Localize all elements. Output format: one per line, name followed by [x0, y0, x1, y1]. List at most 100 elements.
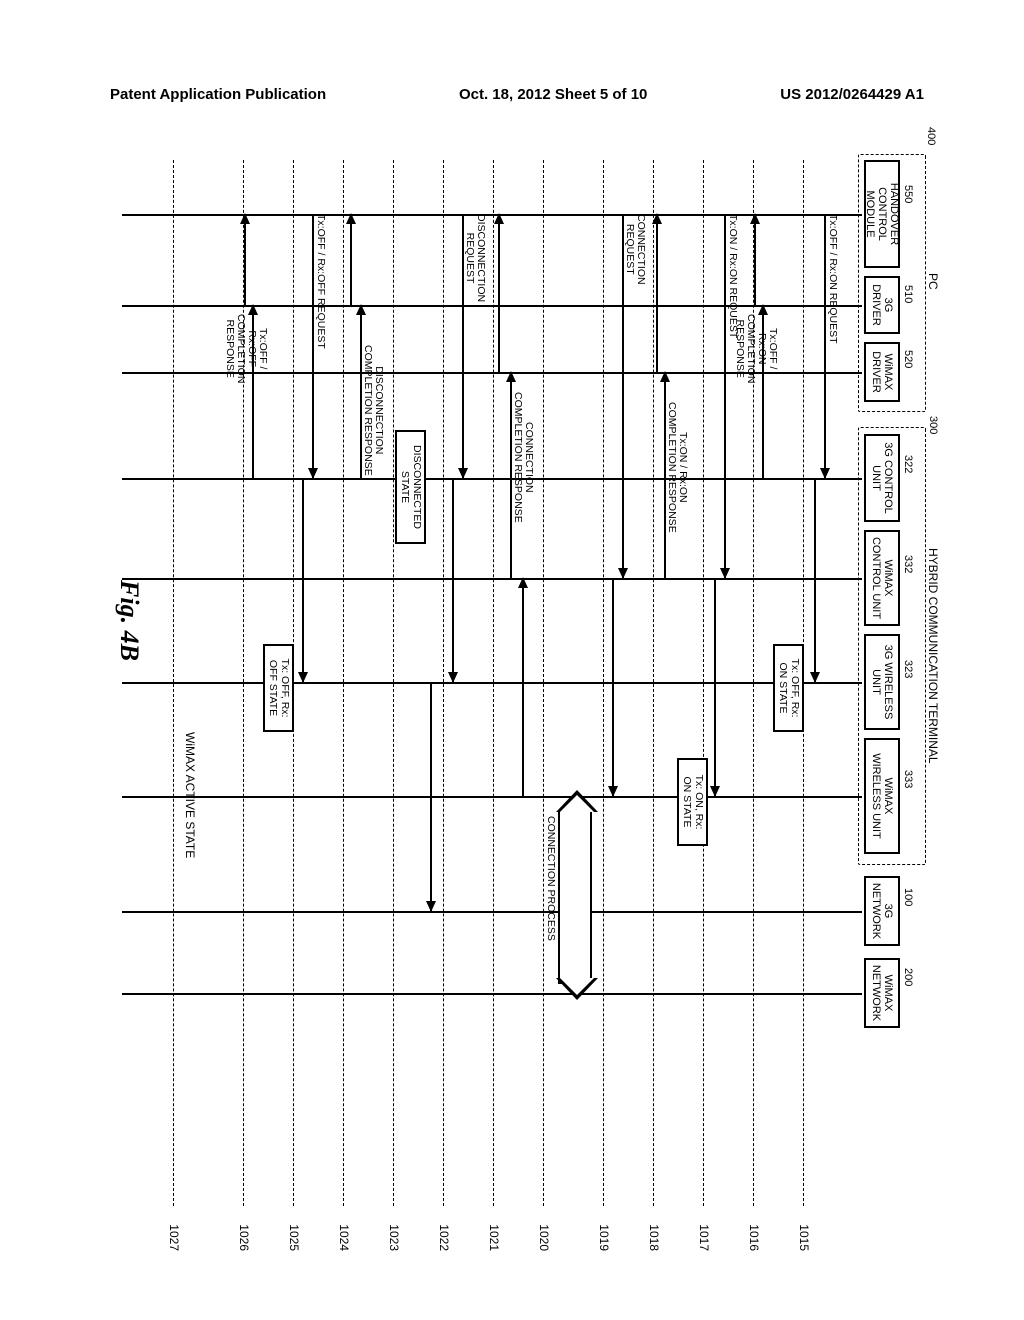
state-3g-on-label: Tx: OFF, Rx: ON STATE — [777, 659, 801, 718]
lane-net3g-label: 3G NETWORK — [870, 883, 894, 939]
step-num-1022: 1022 — [437, 1224, 451, 1251]
pc-ref: 400 — [925, 127, 937, 145]
state-wimax-on: Tx: ON, Rx: ON STATE — [677, 758, 708, 846]
arrow-1018-b: Tx:ON / Rx:ON COMPLETION RESPONSE — [664, 372, 666, 578]
label-1015-a: Tx:OFF / Rx:ON REQUEST — [827, 214, 838, 344]
lifeline-ctlwimax — [122, 578, 862, 580]
pc-label: PC — [926, 273, 940, 290]
step-1024: 1024 — [343, 160, 344, 1206]
step-num-1019: 1019 — [597, 1224, 611, 1251]
arrow-1025-b — [302, 478, 304, 682]
arrow-1015-a: Tx:OFF / Rx:ON REQUEST — [824, 214, 826, 478]
diagram-rotated-wrap: 400 PC 300 HYBRID COMMUNICATION TERMINAL… — [0, 150, 944, 1014]
sequence-diagram: 400 PC 300 HYBRID COMMUNICATION TERMINAL… — [80, 150, 944, 1210]
label-1024-a: DISCONNECTION COMPLETION RESPONSE — [362, 345, 384, 476]
lane-ctl3g: 3G CONTROL UNIT — [864, 434, 900, 522]
lane-drvwimax: WiMAX DRIVER — [864, 342, 900, 402]
arrow-1019-a: CONNECTION REQUEST — [622, 214, 624, 578]
lane-handover: HANDOVER CONTROL MODULE — [864, 160, 900, 268]
arrow-1023-net — [430, 682, 432, 911]
header-left: Patent Application Publication — [110, 86, 326, 103]
arrow-1017-a: Tx:ON / Rx:ON REQUEST — [724, 214, 726, 578]
step-1018: 1018 — [653, 160, 654, 1206]
disconnected-state: DISCONNECTED STATE — [395, 430, 426, 544]
label-1025-a: Tx:OFF / Rx:OFF REQUEST — [315, 214, 326, 349]
step-num-1017: 1017 — [697, 1224, 711, 1251]
step-1017: 1017 — [703, 160, 704, 1206]
lane-wlwimax-ref: 333 — [902, 770, 914, 788]
lane-wl3g-ref: 323 — [902, 660, 914, 678]
label-1022-a: DISCONNECTION REQUEST — [464, 214, 486, 302]
step-num-1018: 1018 — [647, 1224, 661, 1251]
step-num-1020: 1020 — [537, 1224, 551, 1251]
lane-wlwimax-label: WiMAX WIRELESS UNIT — [870, 753, 894, 839]
lifeline-netwimax — [122, 993, 862, 995]
lane-handover-label: HANDOVER CONTROL MODULE — [864, 164, 900, 264]
step-num-1023: 1023 — [387, 1224, 401, 1251]
label-1021-a: CONNECTION COMPLETION RESPONSE — [512, 392, 534, 523]
state-3g-off: Tx: OFF, Rx: OFF STATE — [263, 644, 294, 732]
lane-netwimax-label: WiMAX NETWORK — [870, 965, 894, 1021]
label-1017-a: Tx:ON / Rx:ON REQUEST — [727, 214, 738, 338]
figure-label: Fig. 4B — [114, 580, 144, 661]
step-1021: 1021 — [493, 160, 494, 1206]
lifeline-drv3g — [122, 305, 862, 307]
arrow-1022-b — [452, 478, 454, 682]
arrow-1021-a — [498, 214, 500, 372]
arrow-1024-b: DISCONNECTION COMPLETION RESPONSE — [360, 305, 362, 478]
step-1020: 1020 — [543, 160, 544, 1206]
lifeline-net3g — [122, 911, 862, 913]
arrow-1024-a — [350, 214, 352, 305]
arrow-1021-b: CONNECTION COMPLETION RESPONSE — [510, 372, 512, 578]
step-num-1025: 1025 — [287, 1224, 301, 1251]
arrow-1019-b — [612, 578, 614, 796]
lane-wl3g: 3G WIRELESS UNIT — [864, 634, 900, 730]
lane-drv3g-label: 3G DRIVER — [870, 284, 894, 326]
lane-ctlwimax-label: WiMAX CONTROL UNIT — [870, 537, 894, 619]
step-num-1027: 1027 — [167, 1224, 181, 1251]
step-1019: 1019 — [603, 160, 604, 1206]
step-1022: 1022 — [443, 160, 444, 1206]
page-root: Patent Application Publication Oct. 18, … — [0, 0, 1024, 1320]
lane-net3g: 3G NETWORK — [864, 876, 900, 946]
lane-ctlwimax-ref: 332 — [902, 555, 914, 573]
header-right: US 2012/0264429 A1 — [780, 86, 924, 103]
lane-netwimax-ref: 200 — [902, 968, 914, 986]
lane-wl3g-label: 3G WIRELESS UNIT — [870, 645, 894, 720]
step-num-1024: 1024 — [337, 1224, 351, 1251]
arrow-1016-a: Tx:OFF / Rx:ON COMPLETION RESPONSE — [754, 214, 756, 305]
label-1019-a: CONNECTION REQUEST — [624, 214, 646, 285]
lane-drvwimax-ref: 520 — [902, 350, 914, 368]
step-1023: 1023 — [393, 160, 394, 1206]
header-center: Oct. 18, 2012 Sheet 5 of 10 — [459, 86, 647, 103]
arrow-1025-a: Tx:OFF / Rx:OFF REQUEST — [312, 214, 314, 478]
state-3g-on: Tx: OFF, Rx: ON STATE — [773, 644, 804, 732]
lane-net3g-ref: 100 — [902, 888, 914, 906]
arrow-1015-b — [814, 478, 816, 682]
arrow-1017-b — [714, 578, 716, 796]
label-1018-a: Tx:ON / Rx:ON COMPLETION RESPONSE — [666, 402, 688, 533]
step-1027: 1027 — [173, 160, 174, 1206]
arrow-1021-c — [522, 578, 524, 796]
lane-drv3g: 3G DRIVER — [864, 276, 900, 334]
lane-wlwimax: WiMAX WIRELESS UNIT — [864, 738, 900, 854]
lane-netwimax: WiMAX NETWORK — [864, 958, 900, 1028]
lifeline-ctl3g — [122, 478, 862, 480]
lifeline-wl3g — [122, 682, 862, 684]
step-num-1016: 1016 — [747, 1224, 761, 1251]
lifeline-wlwimax — [122, 796, 862, 798]
terminal-ref: 300 — [927, 416, 939, 434]
lane-drv3g-ref: 510 — [902, 285, 914, 303]
connection-process-label: CONNECTION PROCESS — [545, 816, 556, 941]
page-header: Patent Application Publication Oct. 18, … — [0, 86, 1024, 103]
arrow-1018-a — [656, 214, 658, 372]
lane-ctl3g-label: 3G CONTROL UNIT — [870, 442, 894, 514]
arrow-1026-a: Tx:OFF / Rx:OFF COMPLETION RESPONSE — [244, 214, 246, 305]
lane-handover-ref: 550 — [902, 185, 914, 203]
connection-process-arrow-head-r-in — [560, 978, 594, 995]
connection-process-arrow-head-l-in — [560, 795, 594, 812]
disconnected-state-label: DISCONNECTED STATE — [399, 445, 423, 529]
state-wimax-on-label: Tx: ON, Rx: ON STATE — [681, 775, 705, 830]
lane-drvwimax-label: WiMAX DRIVER — [870, 351, 894, 393]
step-num-1015: 1015 — [797, 1224, 811, 1251]
